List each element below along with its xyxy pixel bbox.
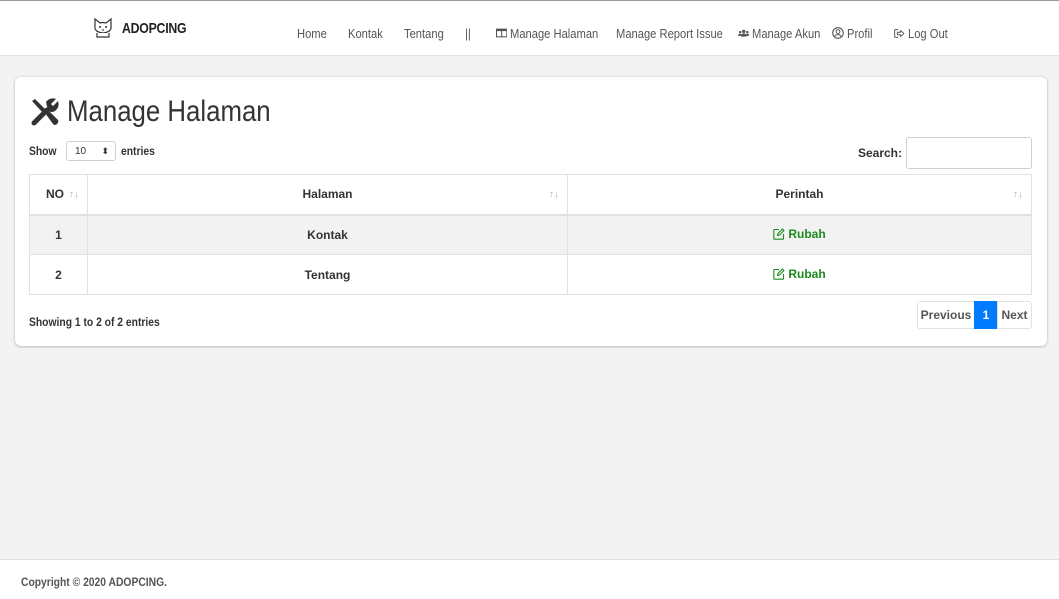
nav-manage-halaman[interactable]: Manage Halaman	[496, 26, 613, 41]
pagination: Previous 1 Next	[917, 301, 1032, 329]
nav-manage-halaman-label: Manage Halaman	[510, 25, 599, 41]
main-nav: Home Kontak Tentang || Manage Halaman Ma…	[297, 25, 954, 41]
nav-separator: ||	[465, 26, 496, 41]
nav-logout-label: Log Out	[907, 25, 948, 41]
search-input[interactable]	[906, 137, 1032, 169]
navbar: ADOPCING Home Kontak Tentang || Manage H…	[0, 0, 1059, 56]
col-perintah-label: Perintah	[775, 187, 824, 202]
rubah-label: Rubah	[788, 266, 826, 281]
rubah-button[interactable]: Rubah	[773, 226, 826, 241]
cell-no: 2	[29, 254, 88, 295]
table-info-text: Showing 1 to 2 of 2 entries	[29, 315, 160, 329]
nav-separator-label: ||	[465, 25, 471, 41]
footer-copyright: Copyright © 2020 ADOPCING.	[21, 575, 167, 589]
brand[interactable]: ADOPCING	[92, 13, 200, 43]
table-header-row: NO ↑↓ Halaman ↑↓ Perintah ↑↓	[29, 174, 1032, 216]
show-label: Show	[29, 144, 57, 158]
nav-profil-label: Profil	[847, 25, 873, 41]
nav-manage-report-issue-label: Manage Report Issue	[616, 25, 723, 41]
cell-no: 1	[29, 214, 88, 255]
page-title: Manage Halaman	[29, 95, 304, 129]
user-circle-icon	[832, 27, 844, 39]
tools-icon	[31, 98, 59, 126]
nav-manage-report-issue[interactable]: Manage Report Issue	[613, 26, 738, 41]
pagination-previous[interactable]: Previous	[917, 301, 975, 329]
search-label: Search:	[857, 146, 902, 160]
table-row: 1 Kontak Rubah	[29, 214, 1032, 255]
col-no[interactable]: NO ↑↓	[29, 174, 88, 216]
cell-halaman: Tentang	[87, 254, 568, 295]
sort-icon: ↑↓	[549, 189, 559, 200]
select-arrow-icon: ⬍	[101, 145, 109, 156]
columns-icon	[496, 28, 508, 38]
col-halaman-label: Halaman	[302, 187, 353, 202]
nav-tentang[interactable]: Tentang	[404, 26, 465, 41]
pagination-page-label: 1	[982, 308, 990, 322]
users-icon	[738, 29, 750, 37]
entries-select-value: 10	[75, 145, 87, 157]
edit-icon	[773, 267, 785, 280]
pages-table: NO ↑↓ Halaman ↑↓ Perintah ↑↓ 1 Kontak Ru…	[29, 174, 1032, 295]
table-row: 2 Tentang Rubah	[29, 254, 1032, 295]
cell-perintah: Rubah	[567, 254, 1032, 295]
nav-home[interactable]: Home	[297, 26, 348, 41]
entries-length: Show 10 ⬍ entries	[29, 141, 160, 161]
search-filter: Search:	[858, 137, 1032, 169]
nav-tentang-label: Tentang	[404, 25, 444, 41]
sign-out-icon	[894, 28, 905, 38]
page-title-text: Manage Halaman	[67, 95, 271, 128]
pagination-previous-label: Previous	[920, 308, 972, 322]
sort-icon: ↑↓	[1013, 189, 1023, 200]
cell-perintah: Rubah	[567, 214, 1032, 255]
pagination-next-label: Next	[1001, 308, 1028, 322]
nav-manage-akun[interactable]: Manage Akun	[738, 26, 832, 41]
rubah-button[interactable]: Rubah	[773, 266, 826, 281]
sort-icon: ↑↓	[69, 189, 79, 200]
cell-halaman: Kontak	[87, 214, 568, 255]
col-no-label: NO	[46, 187, 64, 202]
footer: Copyright © 2020 ADOPCING.	[0, 559, 1059, 599]
col-perintah[interactable]: Perintah ↑↓	[567, 174, 1032, 216]
table-info: Showing 1 to 2 of 2 entries	[29, 315, 181, 329]
edit-icon	[773, 228, 785, 240]
nav-kontak-label: Kontak	[348, 25, 383, 41]
content-card: Manage Halaman Show 10 ⬍ entries Search:…	[15, 77, 1047, 346]
pagination-page-1[interactable]: 1	[974, 301, 998, 329]
col-halaman[interactable]: Halaman ↑↓	[87, 174, 568, 216]
entries-label: entries	[121, 144, 155, 158]
cat-logo-icon	[94, 17, 112, 38]
rubah-label: Rubah	[788, 226, 826, 241]
nav-profil[interactable]: Profil	[832, 26, 894, 41]
entries-select[interactable]: 10 ⬍	[66, 141, 116, 161]
nav-manage-akun-label: Manage Akun	[752, 25, 821, 41]
nav-kontak[interactable]: Kontak	[348, 26, 404, 41]
nav-logout[interactable]: Log Out	[894, 26, 954, 41]
nav-home-label: Home	[297, 25, 327, 41]
brand-name: ADOPCING	[122, 19, 187, 37]
pagination-next[interactable]: Next	[997, 301, 1032, 329]
